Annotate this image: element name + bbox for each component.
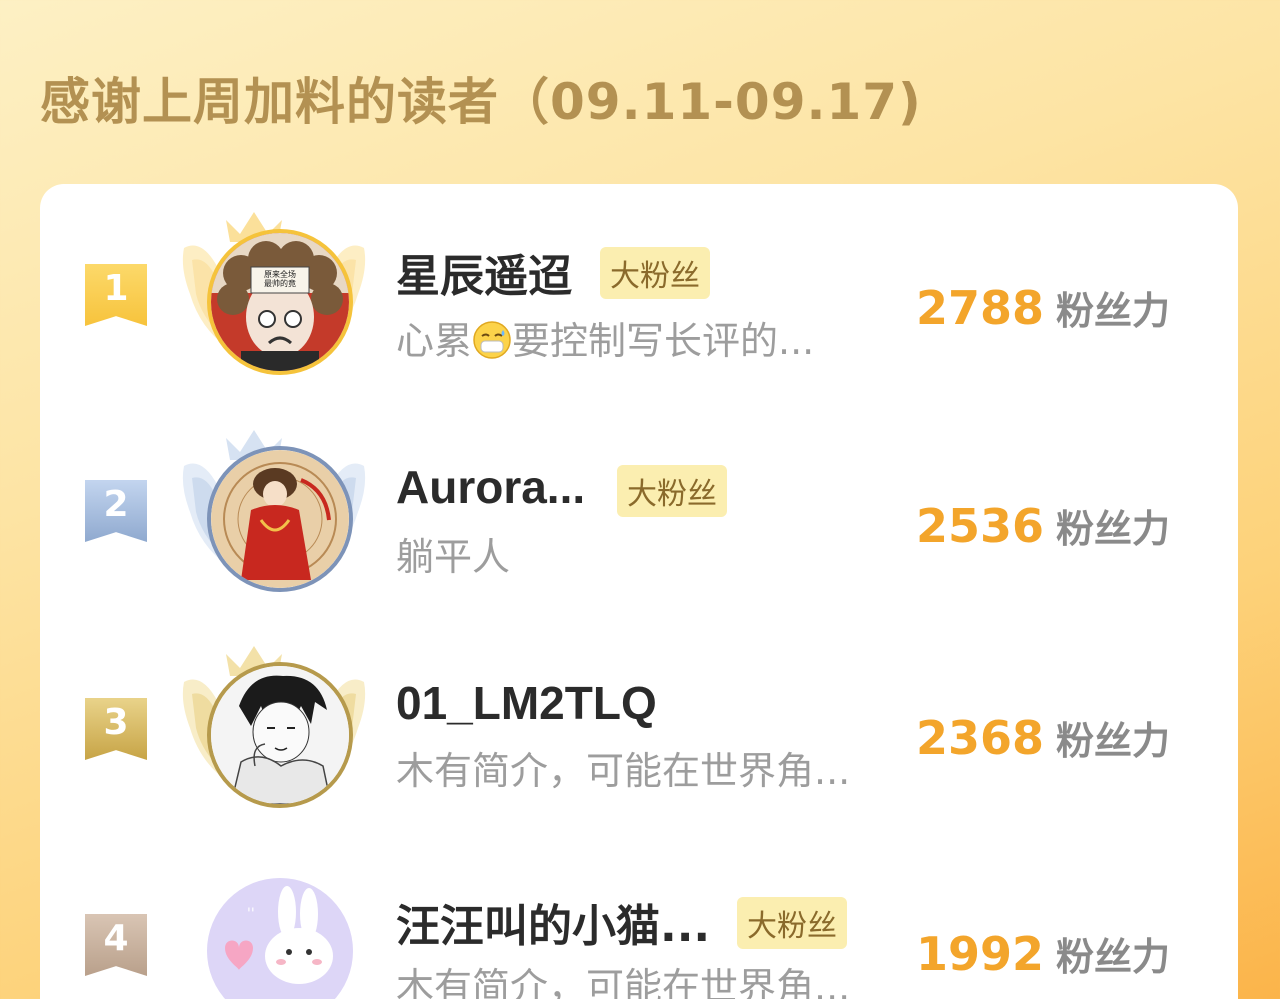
rank-number: 3 [103, 702, 129, 743]
rank-badge-2: 2 [85, 480, 147, 542]
reader-bio: 木有简介，可能在世界角... [396, 749, 851, 793]
fan-score: 2368 粉丝力 [916, 710, 1170, 765]
ranking-row-4[interactable]: 4 '' 汪汪叫的小猫... 大粉丝 木有简介，可能在世界角... 1992 粉丝… [40, 848, 1238, 999]
reader-bio: 躺平人 [396, 535, 511, 579]
reader-name[interactable]: 星辰遥迢 [396, 240, 572, 304]
avatar[interactable]: 原来全场 最帅的竟 [207, 229, 353, 375]
svg-text:最帅的竟: 最帅的竟 [264, 278, 296, 288]
fan-score: 1992 粉丝力 [916, 926, 1170, 981]
score-unit: 粉丝力 [1056, 289, 1171, 333]
avatar[interactable] [207, 662, 353, 808]
rank-number: 1 [103, 268, 129, 309]
ranking-card: 1 原来全场 最帅的竟 星辰遥迢 大粉丝 心累 要控制写长评的... 2788 … [40, 184, 1238, 999]
ranking-row-1[interactable]: 1 原来全场 最帅的竟 星辰遥迢 大粉丝 心累 要控制写长评的... 2788 … [40, 198, 1238, 398]
fan-badge: 大粉丝 [617, 465, 727, 517]
reader-bio: 木有简介，可能在世界角... [396, 965, 851, 999]
score-unit: 粉丝力 [1056, 719, 1171, 763]
avatar-illustration: '' [207, 878, 353, 999]
avatar-illustration [211, 666, 349, 804]
ranking-row-3[interactable]: 3 01_LM2TLQ 木有简介，可能在世界角... 2368 粉丝力 [40, 632, 1238, 832]
reader-bio: 心累 要控制写长评的... [396, 310, 814, 365]
fan-badge: 大粉丝 [737, 897, 847, 949]
score-unit: 粉丝力 [1056, 507, 1171, 551]
avatar[interactable]: '' [207, 878, 353, 999]
score-value: 2536 [916, 499, 1045, 553]
bio-text: 要控制写长评的... [512, 319, 815, 363]
score-value: 1992 [916, 927, 1045, 981]
rank-badge-1: 1 [85, 264, 147, 326]
bio-text: 心累 [396, 319, 473, 363]
page-title: 感谢上周加料的读者（09.11-09.17) [40, 73, 922, 131]
avatar-illustration [211, 450, 349, 588]
score-value: 2368 [916, 711, 1045, 765]
rank-number: 2 [103, 484, 129, 525]
fan-score: 2536 粉丝力 [916, 498, 1170, 553]
fan-badge: 大粉丝 [600, 247, 710, 299]
rank-number: 4 [103, 918, 129, 959]
rank-badge-4: 4 [85, 914, 147, 976]
fan-score: 2788 粉丝力 [916, 280, 1170, 335]
reader-name[interactable]: Aurora... [396, 460, 585, 514]
avatar[interactable] [207, 446, 353, 592]
rank-badge-3: 3 [85, 698, 147, 760]
svg-text:'': '' [247, 906, 255, 922]
svg-text:原来全场: 原来全场 [264, 269, 296, 279]
reader-name[interactable]: 汪汪叫的小猫... [396, 890, 710, 954]
score-unit: 粉丝力 [1056, 935, 1171, 979]
mask-face-emoji-icon [473, 321, 511, 359]
reader-name[interactable]: 01_LM2TLQ [396, 676, 657, 730]
ranking-row-2[interactable]: 2 Aurora... 大粉丝 躺平人 2536 粉丝力 [40, 416, 1238, 616]
avatar-illustration: 原来全场 最帅的竟 [211, 233, 349, 371]
score-value: 2788 [916, 281, 1045, 335]
